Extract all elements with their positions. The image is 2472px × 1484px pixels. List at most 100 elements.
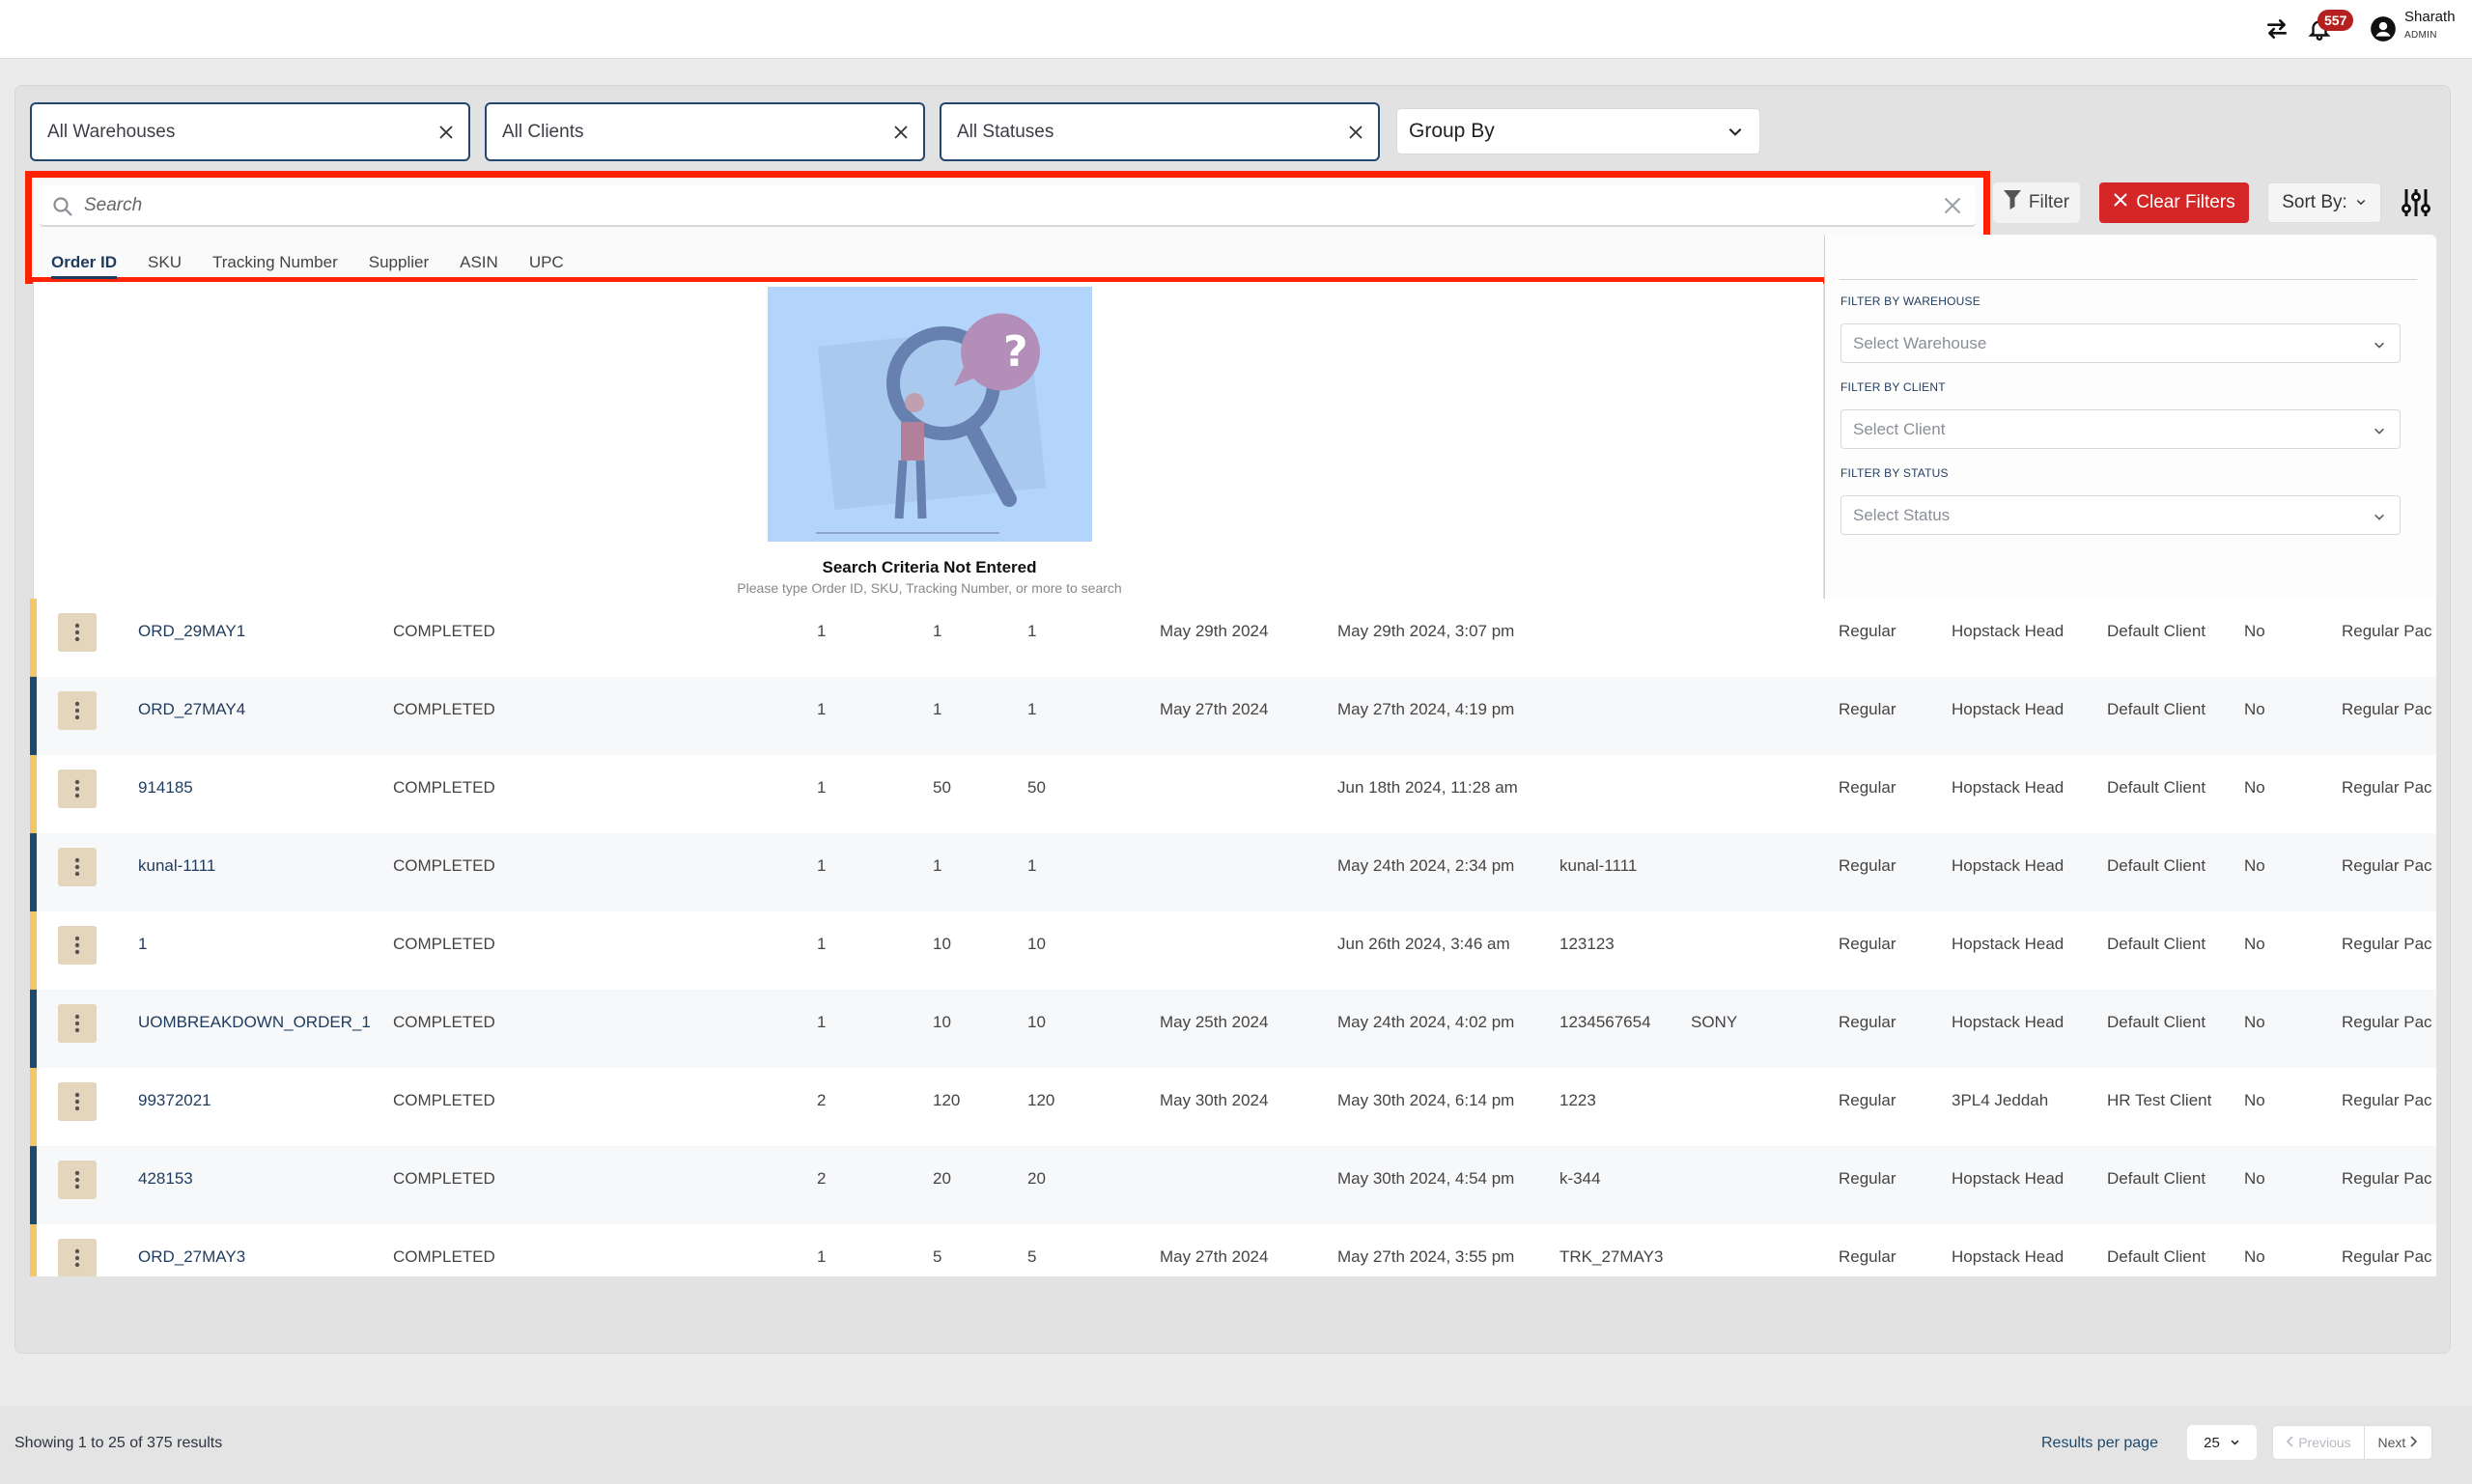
column-settings-sliders-icon[interactable]: [2402, 187, 2430, 223]
table-row[interactable]: ORD_29MAY1 COMPLETED 1 1 1 May 29th 2024…: [30, 599, 2436, 677]
order-client: Default Client: [2107, 935, 2206, 953]
search-illustration: ?: [768, 287, 1092, 542]
chevron-down-icon: [1727, 123, 1744, 146]
order-client: Default Client: [2107, 700, 2206, 718]
order-warehouse: 3PL4 Jeddah: [1952, 1091, 2049, 1109]
row-actions-button[interactable]: [58, 1004, 97, 1043]
warehouse-filter-chip-label: All Warehouses: [47, 121, 176, 142]
order-updated-datetime: May 29th 2024, 3:07 pm: [1337, 622, 1515, 640]
order-type: Regular: [1839, 1013, 1896, 1031]
filter-warehouse-label: FILTER BY WAREHOUSE: [1840, 294, 1980, 308]
kebab-menu-icon: [74, 1014, 80, 1033]
top-bar: 557 Sharath ADMIN: [0, 0, 2472, 59]
order-quantity: 10: [933, 935, 951, 953]
order-updated-datetime: May 30th 2024, 4:54 pm: [1337, 1169, 1515, 1188]
table-row[interactable]: 1 COMPLETED 1 10 10 Jun 26th 2024, 3:46 …: [30, 911, 2436, 990]
group-by-select[interactable]: Group By: [1396, 108, 1760, 154]
tab-sku[interactable]: SKU: [148, 253, 182, 279]
close-icon[interactable]: [435, 120, 457, 145]
order-line-count: 1: [817, 856, 827, 875]
row-actions-button[interactable]: [58, 848, 97, 886]
row-actions-button[interactable]: [58, 691, 97, 730]
order-id-link[interactable]: ORD_27MAY3: [138, 1247, 384, 1267]
order-id-link[interactable]: 914185: [138, 778, 384, 798]
table-row[interactable]: ORD_27MAY3 COMPLETED 1 5 5 May 27th 2024…: [30, 1224, 2436, 1276]
order-status: COMPLETED: [393, 1013, 495, 1031]
client-select[interactable]: Select Client: [1840, 409, 2401, 449]
order-id-link[interactable]: 428153: [138, 1169, 384, 1189]
user-name[interactable]: Sharath: [2404, 9, 2456, 25]
order-id-link[interactable]: kunal-1111: [138, 856, 384, 876]
tab-order-id[interactable]: Order ID: [51, 253, 118, 279]
warehouse-select[interactable]: Select Warehouse: [1840, 323, 2401, 363]
table-row[interactable]: 428153 COMPLETED 2 20 20 May 30th 2024, …: [30, 1146, 2436, 1224]
clear-filters-button[interactable]: Clear Filters: [2099, 182, 2249, 223]
close-icon[interactable]: [890, 120, 912, 145]
table-row[interactable]: kunal-1111 COMPLETED 1 1 1 May 24th 2024…: [30, 833, 2436, 911]
chevron-down-icon: [2373, 337, 2386, 356]
svg-text:?: ?: [1003, 327, 1028, 377]
results-per-page-value: 25: [2204, 1434, 2220, 1451]
table-row[interactable]: 914185 COMPLETED 1 50 50 Jun 18th 2024, …: [30, 755, 2436, 833]
status-select[interactable]: Select Status: [1840, 495, 2401, 535]
tab-asin[interactable]: ASIN: [460, 253, 498, 279]
row-actions-button[interactable]: [58, 1082, 97, 1121]
kebab-menu-icon: [74, 857, 80, 877]
order-updated-datetime: May 30th 2024, 6:14 pm: [1337, 1091, 1515, 1109]
filter-button[interactable]: Filter: [1993, 182, 2080, 223]
user-avatar-icon[interactable]: [2368, 14, 2399, 44]
order-flag: No: [2244, 700, 2265, 718]
row-actions-button[interactable]: [58, 770, 97, 808]
user-role: ADMIN: [2404, 30, 2437, 41]
order-id-link[interactable]: UOMBREAKDOWN_ORDER_1: [138, 1013, 384, 1032]
status-select-placeholder: Select Status: [1853, 505, 1951, 524]
order-quantity: 50: [933, 778, 951, 797]
filter-status-label: FILTER BY STATUS: [1840, 466, 1949, 480]
table-row[interactable]: 99372021 COMPLETED 2 120 120 May 30th 20…: [30, 1068, 2436, 1146]
search-type-tabs: Order ID SKU Tracking Number Supplier AS…: [51, 253, 564, 279]
order-id-link[interactable]: ORD_29MAY1: [138, 622, 384, 641]
order-warehouse: Hopstack Head: [1952, 778, 2065, 797]
clear-filters-label: Clear Filters: [2136, 192, 2235, 212]
table-row[interactable]: ORD_27MAY4 COMPLETED 1 1 1 May 27th 2024…: [30, 677, 2436, 755]
order-updated-datetime: May 24th 2024, 2:34 pm: [1337, 856, 1515, 875]
order-line-count: 1: [817, 622, 827, 640]
results-per-page-label: Results per page: [2041, 1435, 2158, 1451]
row-actions-button[interactable]: [58, 1161, 97, 1199]
row-actions-button[interactable]: [58, 926, 97, 965]
order-id-link[interactable]: 99372021: [138, 1091, 384, 1110]
row-actions-button[interactable]: [58, 613, 97, 652]
pagination-footer: Showing 1 to 25 of 375 results Results p…: [0, 1406, 2472, 1484]
order-line-count: 1: [817, 1013, 827, 1031]
order-packaging: Regular Pac: [2342, 1013, 2432, 1031]
search-input[interactable]: [84, 191, 1919, 220]
filter-client-label: FILTER BY CLIENT: [1840, 380, 1946, 394]
warehouse-filter-chip[interactable]: All Warehouses: [30, 102, 470, 161]
close-icon[interactable]: [1345, 120, 1366, 145]
search-box[interactable]: [40, 185, 1976, 227]
order-id-link[interactable]: 1: [138, 935, 384, 954]
row-actions-button[interactable]: [58, 1239, 97, 1276]
order-id-link[interactable]: ORD_27MAY4: [138, 700, 384, 719]
table-row[interactable]: UOMBREAKDOWN_ORDER_1 COMPLETED 1 10 10 M…: [30, 990, 2436, 1068]
next-page-button[interactable]: Next: [2365, 1426, 2431, 1459]
tab-upc[interactable]: UPC: [529, 253, 564, 279]
previous-page-button[interactable]: Previous: [2273, 1426, 2365, 1459]
status-filter-chip[interactable]: All Statuses: [940, 102, 1380, 161]
sort-by-button[interactable]: Sort By:: [2267, 182, 2381, 223]
tab-supplier[interactable]: Supplier: [369, 253, 429, 279]
order-type: Regular: [1839, 856, 1896, 875]
order-warehouse: Hopstack Head: [1952, 1013, 2065, 1031]
notifications-badge[interactable]: 557: [2318, 10, 2354, 31]
clear-search-icon[interactable]: [1943, 196, 1962, 220]
empty-state-subtitle: Please type Order ID, SKU, Tracking Numb…: [737, 580, 1122, 596]
client-filter-chip[interactable]: All Clients: [485, 102, 925, 161]
swap-arrows-icon[interactable]: [2261, 14, 2292, 44]
results-per-page-select[interactable]: 25: [2187, 1425, 2257, 1460]
kebab-menu-icon: [74, 623, 80, 642]
order-date: May 25th 2024: [1160, 1013, 1269, 1031]
order-date: May 29th 2024: [1160, 622, 1269, 640]
tab-tracking-number[interactable]: Tracking Number: [212, 253, 338, 279]
close-icon: [2113, 192, 2128, 213]
order-type: Regular: [1839, 622, 1896, 640]
